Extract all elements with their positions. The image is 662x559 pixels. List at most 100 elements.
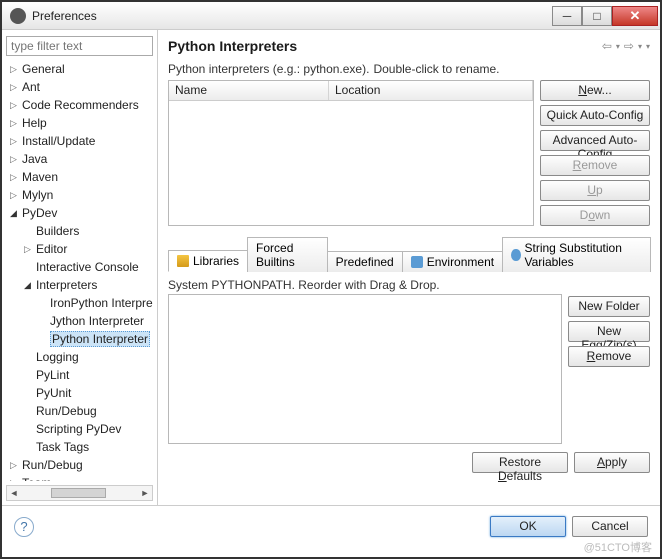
tree-item-label: Install/Update — [22, 134, 95, 148]
cancel-button[interactable]: Cancel — [572, 516, 648, 537]
horizontal-scrollbar[interactable]: ◄► — [6, 485, 153, 501]
tree-item-label: General — [22, 62, 65, 76]
quick-auto-config-button[interactable]: Quick Auto-Config — [540, 105, 650, 126]
up-button[interactable]: Up — [540, 180, 650, 201]
tree-item-label: Python Interpreter — [50, 331, 150, 347]
tree-item-run-debug[interactable]: Run/Debug — [6, 402, 153, 420]
tree-item-run-debug[interactable]: ▷Run/Debug — [6, 456, 153, 474]
tree-item-general[interactable]: ▷General — [6, 60, 153, 78]
help-icon[interactable]: ? — [14, 517, 34, 537]
footer: ? OK Cancel — [2, 505, 660, 547]
tree-item-team[interactable]: ▷Team — [6, 474, 153, 481]
maximize-button[interactable]: □ — [582, 6, 612, 26]
main-panel: Python Interpreters ⇦▾ ⇨▾ ▾ Python inter… — [158, 30, 660, 505]
tab-forced-builtins[interactable]: Forced Builtins — [247, 237, 328, 272]
back-icon[interactable]: ⇦ — [602, 39, 612, 53]
tree-item-pylint[interactable]: PyLint — [6, 366, 153, 384]
interpreters-table[interactable]: Name Location — [168, 80, 534, 226]
tree-item-label: Java — [22, 152, 47, 166]
tree-item-label: Ant — [22, 80, 40, 94]
chevron-right-icon[interactable]: ▷ — [24, 244, 36, 255]
tree-item-scripting-pydev[interactable]: Scripting PyDev — [6, 420, 153, 438]
new-folder-button[interactable]: New Folder — [568, 296, 650, 317]
new-button[interactable]: New... — [540, 80, 650, 101]
tree-item-task-tags[interactable]: Task Tags — [6, 438, 153, 456]
new-egg-zip-button[interactable]: New Egg/Zip(s) — [568, 321, 650, 342]
remove-path-button[interactable]: Remove — [568, 346, 650, 367]
tree-item-label: Jython Interpreter — [50, 314, 144, 328]
restore-defaults-button[interactable]: Restore Defaults — [472, 452, 568, 473]
chevron-right-icon[interactable]: ▷ — [10, 154, 22, 165]
libraries-icon — [177, 255, 189, 267]
tree-item-label: Interpreters — [36, 278, 97, 292]
tree-item-code-recommenders[interactable]: ▷Code Recommenders — [6, 96, 153, 114]
chevron-right-icon[interactable]: ▷ — [10, 190, 22, 201]
string-sub-icon — [511, 249, 520, 261]
tree-item-label: Run/Debug — [22, 458, 83, 472]
titlebar: Preferences ─ □ ✕ — [2, 2, 660, 30]
page-title: Python Interpreters — [168, 38, 297, 54]
col-location[interactable]: Location — [329, 81, 533, 100]
chevron-right-icon[interactable]: ▷ — [10, 82, 22, 93]
tree-item-label: PyDev — [22, 206, 57, 220]
apply-button[interactable]: Apply — [574, 452, 650, 473]
tab-environment[interactable]: Environment — [402, 251, 503, 272]
tab-bar: Libraries Forced Builtins Predefined Env… — [168, 236, 650, 272]
close-button[interactable]: ✕ — [612, 6, 658, 26]
tree-item-logging[interactable]: Logging — [6, 348, 153, 366]
chevron-down-icon[interactable]: ◢ — [24, 280, 36, 291]
menu-icon[interactable]: ▾ — [646, 42, 650, 51]
down-button[interactable]: Down — [540, 205, 650, 226]
minimize-button[interactable]: ─ — [552, 6, 582, 26]
chevron-right-icon[interactable]: ▷ — [10, 478, 22, 482]
chevron-right-icon[interactable]: ▷ — [10, 172, 22, 183]
tree-item-label: Code Recommenders — [22, 98, 139, 112]
tree-item-java[interactable]: ▷Java — [6, 150, 153, 168]
tree-item-builders[interactable]: Builders — [6, 222, 153, 240]
preference-tree[interactable]: ▷General▷Ant▷Code Recommenders▷Help▷Inst… — [6, 60, 153, 481]
chevron-right-icon[interactable]: ▷ — [10, 460, 22, 471]
tree-item-install-update[interactable]: ▷Install/Update — [6, 132, 153, 150]
tree-item-label: Task Tags — [36, 440, 89, 454]
tab-libraries[interactable]: Libraries — [168, 250, 248, 272]
tree-item-pydev[interactable]: ◢PyDev — [6, 204, 153, 222]
ok-button[interactable]: OK — [490, 516, 566, 537]
tab-predefined[interactable]: Predefined — [327, 251, 403, 272]
tree-item-pyunit[interactable]: PyUnit — [6, 384, 153, 402]
tree-item-label: IronPython Interpre — [50, 296, 153, 310]
tree-item-editor[interactable]: ▷Editor — [6, 240, 153, 258]
tree-item-label: Logging — [36, 350, 79, 364]
tree-item-interactive-console[interactable]: Interactive Console — [6, 258, 153, 276]
chevron-right-icon[interactable]: ▷ — [10, 100, 22, 111]
nav-arrows[interactable]: ⇦▾ ⇨▾ ▾ — [602, 39, 650, 53]
tab-string-substitution[interactable]: String Substitution Variables — [502, 237, 651, 272]
tree-item-ironpython-interpre[interactable]: IronPython Interpre — [6, 294, 153, 312]
tree-item-label: Editor — [36, 242, 67, 256]
col-name[interactable]: Name — [169, 81, 329, 100]
tree-item-interpreters[interactable]: ◢Interpreters — [6, 276, 153, 294]
tree-item-label: Maven — [22, 170, 58, 184]
pythonpath-list[interactable] — [168, 294, 562, 444]
tree-item-ant[interactable]: ▷Ant — [6, 78, 153, 96]
tree-item-label: Team — [22, 476, 51, 481]
tree-item-help[interactable]: ▷Help — [6, 114, 153, 132]
tree-item-python-interpreter[interactable]: Python Interpreter — [6, 330, 153, 348]
tree-item-jython-interpreter[interactable]: Jython Interpreter — [6, 312, 153, 330]
chevron-right-icon[interactable]: ▷ — [10, 136, 22, 147]
environment-icon — [411, 256, 423, 268]
filter-input[interactable] — [6, 36, 153, 56]
forward-icon[interactable]: ⇨ — [624, 39, 634, 53]
chevron-down-icon[interactable]: ◢ — [10, 208, 22, 219]
chevron-right-icon[interactable]: ▷ — [10, 118, 22, 129]
chevron-right-icon[interactable]: ▷ — [10, 64, 22, 75]
app-icon — [10, 8, 26, 24]
tree-item-label: Run/Debug — [36, 404, 97, 418]
tree-item-label: Scripting PyDev — [36, 422, 121, 436]
remove-button[interactable]: Remove — [540, 155, 650, 176]
tree-item-label: Interactive Console — [36, 260, 139, 274]
tree-item-label: Help — [22, 116, 47, 130]
tree-item-label: Mylyn — [22, 188, 53, 202]
tree-item-mylyn[interactable]: ▷Mylyn — [6, 186, 153, 204]
tree-item-maven[interactable]: ▷Maven — [6, 168, 153, 186]
advanced-auto-config-button[interactable]: Advanced Auto-Config — [540, 130, 650, 151]
